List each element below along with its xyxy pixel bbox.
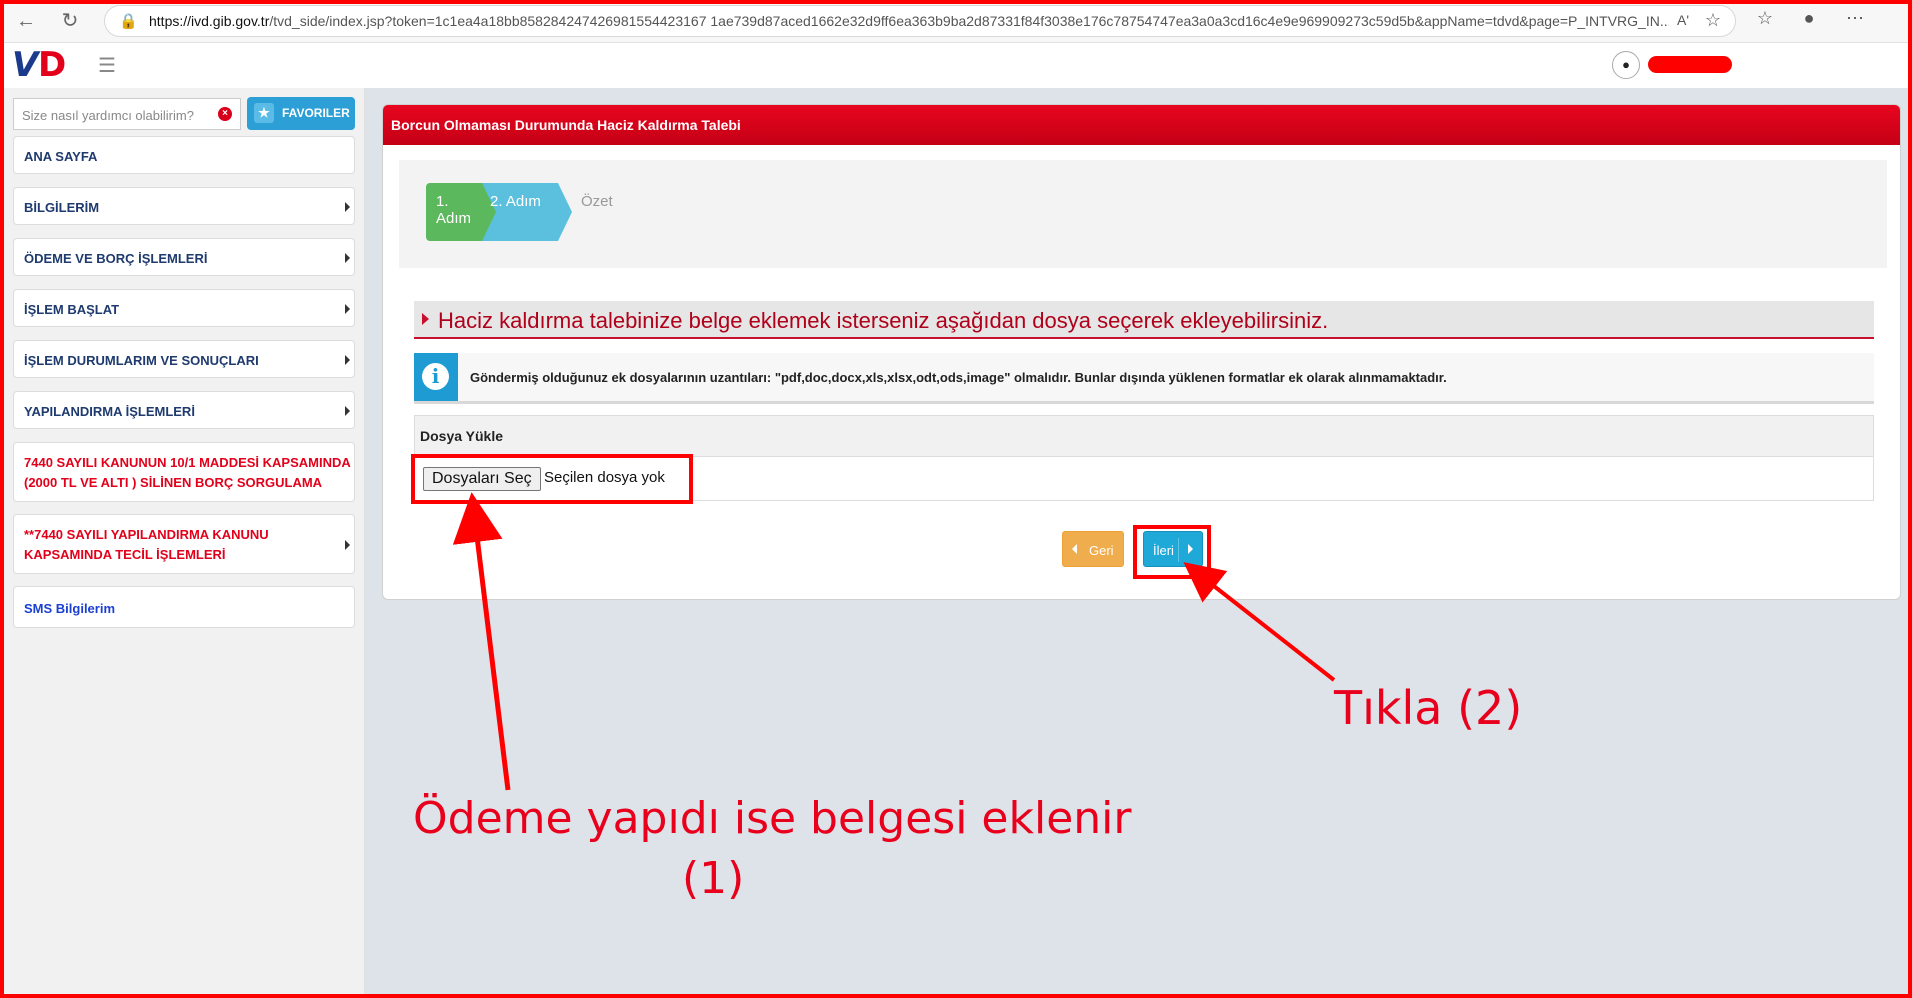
- user-icon[interactable]: ●: [1612, 51, 1640, 79]
- chevron-right-icon: [1188, 544, 1193, 554]
- panel-header: Borcun Olmaması Durumunda Haciz Kaldırma…: [383, 105, 1900, 145]
- back-button-label: Geri: [1089, 543, 1114, 558]
- step-label: 1. Adım: [436, 193, 472, 227]
- upload-annotation-line1: Ödeme yapıdı ise belgesi eklenir: [413, 793, 1132, 844]
- sidebar-item-label: BİLGİLERİM: [24, 200, 100, 215]
- label-line: **7440 SAYILI YAPILANDIRMA KANUNU: [24, 527, 269, 542]
- lock-icon: 🔒: [119, 13, 138, 30]
- upload-annotation-line2: (1): [682, 853, 745, 904]
- caret-right-icon: [345, 202, 350, 212]
- back-button[interactable]: Geri: [1062, 531, 1124, 567]
- logo-letter-v: V: [12, 45, 39, 85]
- sidebar-item-label: SMS Bilgilerim: [24, 601, 116, 616]
- clear-search-icon[interactable]: ×: [218, 107, 232, 121]
- caret-right-icon: [422, 313, 429, 325]
- favorite-star-icon[interactable]: ☆: [1705, 10, 1721, 31]
- step-1-arrow: [482, 183, 496, 241]
- chevron-left-icon: [1072, 544, 1077, 554]
- upload-header-label: Dosya Yükle: [420, 428, 504, 444]
- sidebar-item-label: **7440 SAYILI YAPILANDIRMA KANUNU KAPSAM…: [24, 525, 269, 565]
- more-options-icon[interactable]: ⋯: [1842, 8, 1868, 29]
- main-content: Borcun Olmaması Durumunda Haciz Kaldırma…: [365, 88, 1912, 998]
- logo-letter-d: D: [38, 45, 67, 85]
- file-upload-box: Dosya Yükle Dosyaları Seç Seçilen dosya …: [414, 415, 1874, 501]
- back-arrow-icon[interactable]: ←: [14, 9, 38, 33]
- search-box: ×: [13, 98, 241, 130]
- sidebar-item-7440-deferral[interactable]: **7440 SAYILI YAPILANDIRMA KANUNU KAPSAM…: [13, 514, 355, 574]
- favorites-list-icon[interactable]: ☆: [1752, 8, 1778, 29]
- label-line: KAPSAMINDA TECİL İŞLEMLERİ: [24, 547, 226, 562]
- sidebar-item-start-process[interactable]: İŞLEM BAŞLAT: [13, 289, 355, 327]
- next-button-label: İleri: [1153, 543, 1174, 558]
- upload-header: Dosya Yükle: [415, 416, 1873, 457]
- file-status-text: Seçilen dosya yok: [544, 469, 665, 486]
- redacted-username: [1648, 56, 1732, 73]
- choose-files-button[interactable]: Dosyaları Seç: [423, 467, 541, 491]
- caret-right-icon: [345, 304, 350, 314]
- star-icon: ★: [254, 103, 274, 123]
- next-button[interactable]: İleri: [1143, 531, 1203, 567]
- caret-right-icon: [345, 406, 350, 416]
- step-label: 2. Adım: [490, 193, 541, 210]
- section-title-text: Haciz kaldırma talebinize belge eklemek …: [438, 308, 1329, 333]
- address-bar[interactable]: 🔒 https://ivd.gib.gov.tr/tvd_side/index.…: [104, 5, 1736, 37]
- browser-toolbar: ← ↻ 🔒 https://ivd.gib.gov.tr/tvd_side/in…: [0, 0, 1912, 43]
- step-summary: Özet: [581, 193, 613, 210]
- url-text: https://ivd.gib.gov.tr/tvd_side/index.js…: [149, 13, 1669, 29]
- label-line: (2000 TL VE ALTI ) SİLİNEN BORÇ SORGULAM…: [24, 475, 323, 490]
- reload-icon[interactable]: ↻: [58, 9, 82, 33]
- sidebar-item-home[interactable]: ANA SAYFA: [13, 136, 355, 174]
- info-alert: i Göndermiş olduğunuz ek dosyalarının uz…: [414, 353, 1874, 404]
- click-annotation: Tıkla (2): [1334, 681, 1523, 735]
- step-2: 2. Adım: [490, 183, 558, 241]
- menu-list-icon[interactable]: ☰: [98, 53, 116, 78]
- caret-right-icon: [345, 540, 350, 550]
- label-line: 7440 SAYILI KANUNUN 10/1 MADDESİ KAPSAMI…: [24, 455, 351, 470]
- section-title: Haciz kaldırma talebinize belge eklemek …: [414, 301, 1874, 339]
- step-wizard: 1. Adım 2. Adım Özet: [399, 160, 1887, 268]
- sidebar-item-restructuring[interactable]: YAPILANDIRMA İŞLEMLERİ: [13, 391, 355, 429]
- sidebar-item-sms-info[interactable]: SMS Bilgilerim: [13, 586, 355, 628]
- info-text: Göndermiş olduğunuz ek dosyalarının uzan…: [470, 370, 1447, 385]
- button-separator: [1178, 538, 1179, 562]
- panel-title: Borcun Olmaması Durumunda Haciz Kaldırma…: [391, 117, 741, 133]
- search-input[interactable]: [20, 104, 214, 126]
- sidebar-item-label: 7440 SAYILI KANUNUN 10/1 MADDESİ KAPSAMI…: [24, 453, 351, 493]
- step-2-arrow: [558, 183, 572, 241]
- sidebar-item-label: İŞLEM DURUMLARIM VE SONUÇLARI: [24, 353, 259, 368]
- sidebar-item-7440-deleted-debt[interactable]: 7440 SAYILI KANUNUN 10/1 MADDESİ KAPSAMI…: [13, 442, 355, 502]
- info-icon: i: [414, 353, 458, 401]
- sidebar-item-label: ANA SAYFA: [24, 149, 98, 164]
- caret-right-icon: [345, 355, 350, 365]
- app-header: V D ☰ ●: [0, 43, 1912, 89]
- read-aloud-icon[interactable]: Aʹ: [1677, 12, 1689, 28]
- sidebar-item-payment-debt[interactable]: ÖDEME VE BORÇ İŞLEMLERİ: [13, 238, 355, 276]
- favorites-label: FAVORILER: [282, 106, 350, 120]
- favorites-button[interactable]: ★ FAVORILER: [247, 97, 355, 130]
- sidebar-item-label: YAPILANDIRMA İŞLEMLERİ: [24, 404, 195, 419]
- request-panel: Borcun Olmaması Durumunda Haciz Kaldırma…: [382, 104, 1901, 600]
- profile-icon[interactable]: ●: [1796, 8, 1822, 29]
- caret-right-icon: [345, 253, 350, 263]
- ivd-logo[interactable]: V D: [12, 47, 74, 83]
- sidebar-item-label: ÖDEME VE BORÇ İŞLEMLERİ: [24, 251, 208, 266]
- step-1: 1. Adım: [426, 183, 482, 241]
- sidebar-item-label: İŞLEM BAŞLAT: [24, 302, 120, 317]
- sidebar-item-my-info[interactable]: BİLGİLERİM: [13, 187, 355, 225]
- sidebar: × ★ FAVORILER ANA SAYFA BİLGİLERİM ÖDEME…: [0, 88, 365, 998]
- sidebar-item-process-status[interactable]: İŞLEM DURUMLARIM VE SONUÇLARI: [13, 340, 355, 378]
